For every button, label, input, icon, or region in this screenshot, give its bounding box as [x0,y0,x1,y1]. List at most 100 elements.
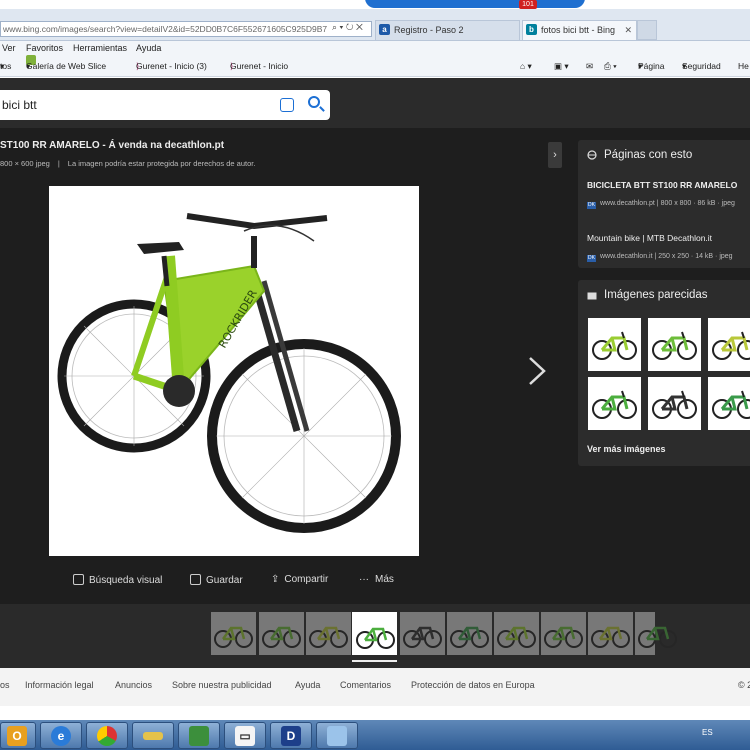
security-menu[interactable]: Seguridad ▾ [682,55,721,77]
bicycle-thumbnail-icon [544,626,583,648]
window-icon [327,726,347,746]
notification-badge: 101 [519,0,537,9]
taskbar-ie[interactable]: e [40,722,82,749]
similar-images-card: Imágenes parecidas [578,280,750,466]
print-icon[interactable]: ⎙ ▾ [604,55,617,77]
bicycle-thumbnail-icon [712,390,750,419]
bicycle-thumbnail-icon [592,331,637,360]
similar-heading: Imágenes parecidas [604,289,708,301]
similar-image[interactable] [588,318,641,371]
filmstrip-thumb[interactable] [494,612,539,655]
taskbar-app[interactable] [178,722,220,749]
bing-favicon-icon: b [526,24,537,35]
filmstrip-thumb[interactable] [635,612,677,655]
save-button[interactable]: Guardar [190,574,243,586]
image-title[interactable]: ST100 RR AMARELO - Á venda na decathlon.… [0,140,224,151]
taskbar-chrome[interactable] [86,722,128,749]
copyright: © 2 [738,680,750,690]
address-text: www.bing.com/images/search?view=detailV2… [3,24,328,34]
filmstrip-thumb[interactable] [211,612,256,655]
taskbar-outlook[interactable]: O [0,722,36,749]
footer-link-advertising[interactable]: Sobre nuestra publicidad [172,680,272,690]
footer-link-legal[interactable]: Información legal [25,680,94,690]
copyright-notice: La imagen podría estar protegida por der… [67,159,256,168]
more-button[interactable]: ··· Más [359,574,394,585]
mail-icon[interactable]: ✉ [586,55,593,77]
visual-search-icon[interactable] [280,98,294,112]
filmstrip-thumb[interactable] [541,612,586,655]
help-menu[interactable]: He [738,55,749,77]
similar-image[interactable] [648,318,701,371]
page-result-meta: DK www.decathlon.it | 250 x 250 · 14 kB ·… [587,253,733,262]
menu-bar: Ver Favoritos Herramientas Ayuda [0,41,750,55]
address-icons: ⌕ ▾ ↻ ✕ [332,22,363,33]
search-input[interactable]: bici btt [2,90,37,120]
tab-bing[interactable]: b fotos bici btt - Bing ✕ [522,20,637,40]
collapse-sidebar-button[interactable]: › [548,142,562,168]
bicycle-thumbnail-icon [262,626,301,648]
search-icon[interactable] [308,96,320,108]
bicycle-thumbnail-icon [712,331,750,360]
footer-link[interactable]: os [0,680,10,690]
refresh-icon[interactable]: ↻ [346,22,354,32]
menu-ayuda[interactable]: Ayuda [136,41,161,55]
similar-image[interactable] [708,318,750,371]
bicycle-thumbnail-icon [592,390,637,419]
share-button[interactable]: ⇪ Compartir [271,574,328,585]
taskbar-app[interactable] [132,722,174,749]
favorites-bar: tos ▾ Galería de Web Slice ▾ ⟩ Gurenet - … [0,55,750,77]
filmstrip-thumb[interactable] [306,612,351,655]
filmstrip-thumb[interactable] [447,612,492,655]
home-icon[interactable]: ⌂ ▾ [520,55,532,77]
image-meta: 800 × 600 jpeg | La imagen podría estar pr… [0,159,256,168]
footer-link-privacy[interactable]: Protección de datos en Europa [411,680,535,690]
main-image[interactable]: ROCKRIDER [49,186,419,556]
address-bar[interactable]: www.bing.com/images/search?view=detailV2… [0,21,372,37]
language-indicator[interactable]: ES [702,728,713,737]
similar-image[interactable] [588,377,641,430]
selected-indicator [352,660,397,662]
similar-image[interactable] [648,377,701,430]
d-app-icon: D [281,726,301,746]
page-result-title[interactable]: BICICLETA BTT ST100 RR AMARELO [587,180,737,190]
filmstrip-thumb[interactable] [259,612,304,655]
filmstrip-thumb-selected[interactable] [352,612,397,655]
tab-favicon-icon: a [379,24,390,35]
bicycle-thumbnail-icon [497,626,536,648]
address-row: www.bing.com/images/search?view=detailV2… [0,9,750,41]
bicycle-thumbnail-icon [450,626,489,648]
stop-icon[interactable]: ✕ [356,22,363,32]
feeds-icon[interactable]: ▣ ▾ [554,55,569,77]
see-more-images-link[interactable]: Ver más imágenes [587,444,666,454]
page-result-title[interactable]: Mountain bike | MTB Decathlon.it [587,233,712,243]
search-box[interactable]: bici btt [0,90,330,120]
web-slice-gallery[interactable]: Galería de Web Slice ▾ [26,55,106,77]
visual-search-button[interactable]: Búsqueda visual [73,574,162,586]
folder-icon [143,732,163,740]
footer-link-help[interactable]: Ayuda [295,680,320,690]
taskbar-d-app[interactable]: D [270,722,312,749]
search-dropdown-icon[interactable]: ⌕ ▾ [332,22,343,32]
taskbar-explorer[interactable]: ▭ [224,722,266,749]
similar-image[interactable] [708,377,750,430]
page-menu[interactable]: Página ▾ [638,55,664,77]
filmstrip-thumb[interactable] [588,612,633,655]
bicycle-thumbnail-icon [356,627,395,649]
menu-ver[interactable]: Ver [2,41,16,55]
footer-link-ads[interactable]: Anuncios [115,680,152,690]
filmstrip-thumb[interactable] [400,612,445,655]
bicycle-thumbnail-icon [591,626,630,648]
site-icon: DK [587,202,596,209]
close-tab-icon[interactable]: ✕ [624,21,632,39]
footer-link-feedback[interactable]: Comentarios [340,680,391,690]
visual-search-icon [73,574,84,585]
tab-registro[interactable]: a Registro - Paso 2 [375,20,520,40]
menu-favoritos[interactable]: Favoritos [26,41,63,55]
favorites-item[interactable]: tos ▾ [0,55,11,77]
taskbar-app[interactable] [316,722,358,749]
new-tab-button[interactable] [637,20,657,40]
menu-herramientas[interactable]: Herramientas [73,41,127,55]
more-icon: ··· [359,574,369,585]
next-image-arrow-icon[interactable] [527,356,547,386]
status-bar [0,706,750,720]
